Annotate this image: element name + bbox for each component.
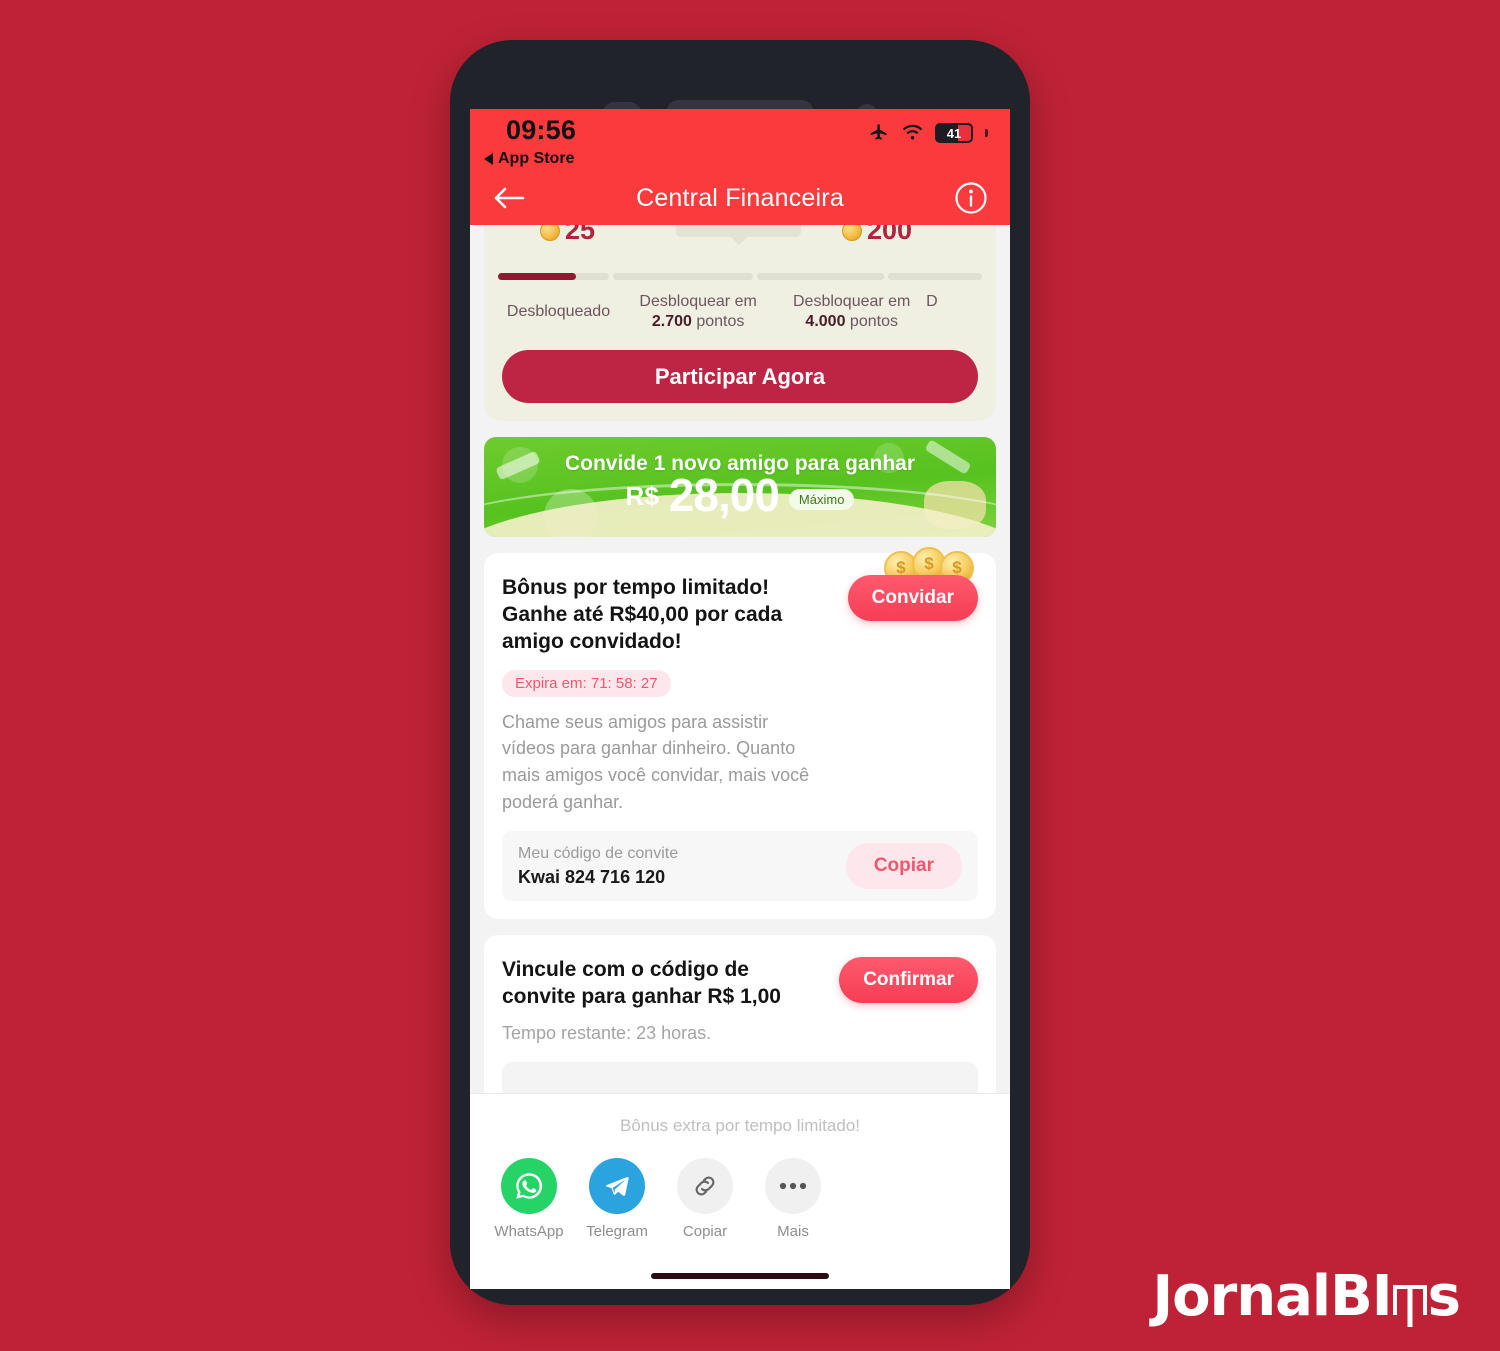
milestone-label-2: Desbloquear em 2.700 pontos bbox=[619, 292, 777, 332]
bonus-card-header: Bônus por tempo limitado! Ganhe até R$40… bbox=[502, 575, 978, 656]
watermark-part2: BI bbox=[1330, 1264, 1393, 1329]
progress-segment-4 bbox=[888, 273, 982, 280]
banner-max-badge: Máximo bbox=[788, 488, 855, 510]
bonus-card-title: Bônus por tempo limitado! Ganhe até R$40… bbox=[502, 576, 783, 653]
confirm-button[interactable]: Confirmar bbox=[839, 957, 978, 1004]
banner-decoration bbox=[924, 439, 972, 475]
battery-icon: 41 bbox=[935, 123, 973, 143]
invite-code-box: Meu código de convite Kwai 824 716 120 C… bbox=[502, 831, 978, 902]
participate-now-button[interactable]: Participar Agora bbox=[502, 350, 978, 403]
milestone-label-1: Desbloqueado bbox=[506, 303, 611, 320]
coin-value: 200 bbox=[867, 225, 913, 245]
status-bar: 09:56 App Store 41 bbox=[470, 109, 1010, 171]
watermark-part1: Jornal bbox=[1152, 1264, 1331, 1329]
coin-icon bbox=[842, 225, 862, 241]
link-card-subtitle: Tempo restante: 23 horas. bbox=[502, 1022, 712, 1043]
bonus-card: $ $ $ Bônus por tempo limitado! Ganhe at… bbox=[484, 547, 996, 920]
milestone-coin-1: 25 bbox=[540, 225, 595, 246]
coin-value: 25 bbox=[565, 225, 596, 245]
share-option-label: WhatsApp bbox=[494, 1223, 564, 1240]
milestone-label-2-line1: Desbloquear em bbox=[639, 293, 757, 310]
watermark-part3: s bbox=[1427, 1264, 1461, 1329]
phone-frame: 09:56 App Store 41 Central Financeira 25… bbox=[450, 40, 1030, 1305]
link-icon bbox=[677, 1158, 733, 1214]
milestone-labels: Desbloqueado Desbloquear em 2.700 pontos… bbox=[498, 292, 982, 332]
whatsapp-icon bbox=[501, 1158, 557, 1214]
copy-code-button[interactable]: Copiar bbox=[845, 843, 962, 890]
milestone-label-2-unit: pontos bbox=[696, 313, 745, 330]
battery-percent: 41 bbox=[946, 125, 962, 141]
progress-segment-3 bbox=[756, 273, 885, 280]
invite-code-label: Meu código de convite bbox=[518, 844, 679, 862]
share-option-copy[interactable]: Copiar bbox=[674, 1158, 736, 1240]
share-option-label: Copiar bbox=[682, 1223, 728, 1240]
ellipsis-icon bbox=[765, 1158, 821, 1214]
coin-icon bbox=[540, 225, 560, 241]
progress-fill bbox=[498, 273, 576, 280]
milestone-coin-2: 200 bbox=[842, 225, 912, 246]
milestone-label-3-unit: pontos bbox=[849, 313, 898, 330]
milestone-label-2-points: 2.700 bbox=[651, 313, 692, 330]
back-to-app-store[interactable]: App Store bbox=[484, 150, 574, 168]
invite-code-value: Kwai 824 716 120 bbox=[518, 866, 666, 887]
home-indicator bbox=[651, 1273, 829, 1279]
back-triangle-icon bbox=[484, 153, 493, 165]
banner-currency: R$ bbox=[625, 480, 659, 511]
progress-segment-2 bbox=[612, 273, 753, 280]
milestone-tooltip bbox=[676, 225, 801, 237]
status-icons: 41 bbox=[868, 123, 988, 143]
share-option-more[interactable]: Mais bbox=[762, 1158, 824, 1240]
share-sheet-title: Bônus extra por tempo limitado! bbox=[619, 1116, 860, 1135]
arrow-left-icon[interactable] bbox=[492, 185, 526, 211]
share-option-whatsapp[interactable]: WhatsApp bbox=[494, 1158, 564, 1240]
share-option-label: Mais bbox=[777, 1223, 809, 1240]
milestone-label-3: Desbloquear em 4.000 pontos bbox=[777, 292, 926, 332]
nav-bar: Central Financeira bbox=[470, 171, 1010, 225]
link-card-header: Vincule com o código de convite para gan… bbox=[502, 957, 978, 1011]
banner-amount-row: R$ 28,00 Máximo bbox=[625, 469, 855, 522]
progress-segment-1 bbox=[498, 273, 609, 280]
status-time: 09:56 bbox=[506, 115, 577, 145]
milestone-label-3-line1: Desbloquear em bbox=[792, 293, 911, 310]
milestone-progress-track bbox=[498, 273, 982, 280]
battery-tip bbox=[985, 129, 988, 137]
share-options-row: WhatsApp Telegram Copiar Mais bbox=[494, 1158, 986, 1240]
bonus-card-description: Chame seus amigos para assistir vídeos p… bbox=[502, 711, 810, 812]
invite-button[interactable]: Convidar bbox=[847, 575, 978, 621]
jornalbits-watermark: Jornal BI s bbox=[1152, 1264, 1461, 1329]
invite-promo-banner[interactable]: Convide 1 novo amigo para ganhar R$ 28,0… bbox=[484, 437, 996, 537]
phone-screen: 09:56 App Store 41 Central Financeira 25… bbox=[470, 109, 1010, 1289]
share-option-label: Telegram bbox=[586, 1223, 648, 1240]
watermark-t-box-icon bbox=[1392, 1285, 1427, 1315]
milestone-card: 25 200 Desbloqueado Desbloquear em 2.700… bbox=[484, 225, 996, 421]
wifi-icon bbox=[902, 124, 923, 140]
share-sheet: Bônus extra por tempo limitado! WhatsApp bbox=[470, 1093, 1010, 1289]
link-card-title: Vincule com o código de convite para gan… bbox=[502, 958, 781, 1008]
info-circle-icon[interactable] bbox=[954, 181, 988, 215]
milestone-label-4: D bbox=[926, 293, 938, 310]
expire-badge: Expira em: 71: 58: 27 bbox=[502, 669, 671, 697]
banner-amount: 28,00 bbox=[668, 469, 780, 522]
page-title: Central Financeira bbox=[636, 183, 844, 212]
milestone-coins-row: 25 200 bbox=[498, 225, 982, 251]
invite-code-group: Meu código de convite Kwai 824 716 120 bbox=[518, 845, 678, 888]
back-app-label: App Store bbox=[498, 150, 575, 167]
airplane-icon bbox=[870, 124, 887, 140]
milestone-label-3-points: 4.000 bbox=[805, 313, 846, 330]
share-option-telegram[interactable]: Telegram bbox=[586, 1158, 648, 1240]
telegram-icon bbox=[589, 1158, 645, 1214]
